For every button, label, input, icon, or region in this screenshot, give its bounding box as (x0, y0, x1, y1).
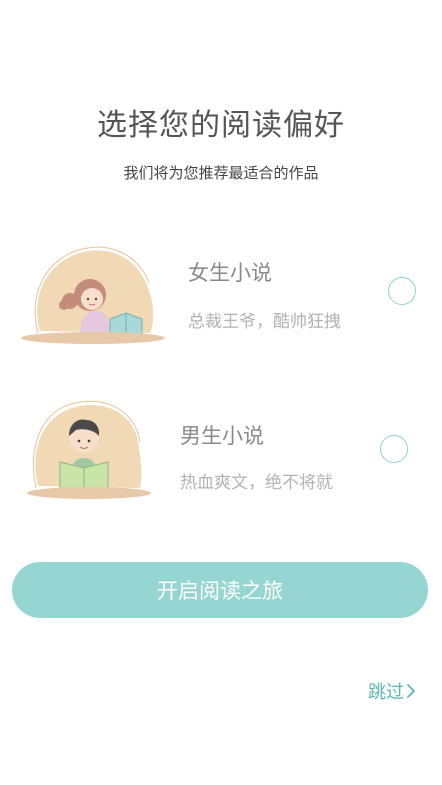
option-male-description: 热血爽文，绝不将就 (180, 473, 333, 493)
option-male-radio[interactable] (380, 435, 408, 463)
start-reading-button[interactable]: 开启阅读之旅 (12, 562, 428, 618)
option-female-novel[interactable]: 女生小说 总裁王爷，酷帅狂拽 (0, 235, 442, 355)
page-subtitle: 我们将为您推荐最适合的作品 (123, 164, 319, 182)
option-male-title: 男生小说 (180, 424, 264, 448)
option-female-description: 总裁王爷，酷帅狂拽 (188, 312, 341, 332)
page-title: 选择您的阅读偏好 (97, 108, 345, 143)
option-female-radio[interactable] (388, 277, 416, 305)
skip-label: 跳过 (368, 682, 404, 703)
option-female-title: 女生小说 (188, 261, 272, 285)
boy-reading-illustration (27, 400, 151, 499)
skip-button[interactable]: 跳过 (368, 678, 416, 704)
girl-reading-illustration (21, 246, 165, 344)
chevron-right-icon (407, 684, 415, 698)
option-male-novel[interactable]: 男生小说 热血爽文，绝不将就 (0, 390, 442, 510)
